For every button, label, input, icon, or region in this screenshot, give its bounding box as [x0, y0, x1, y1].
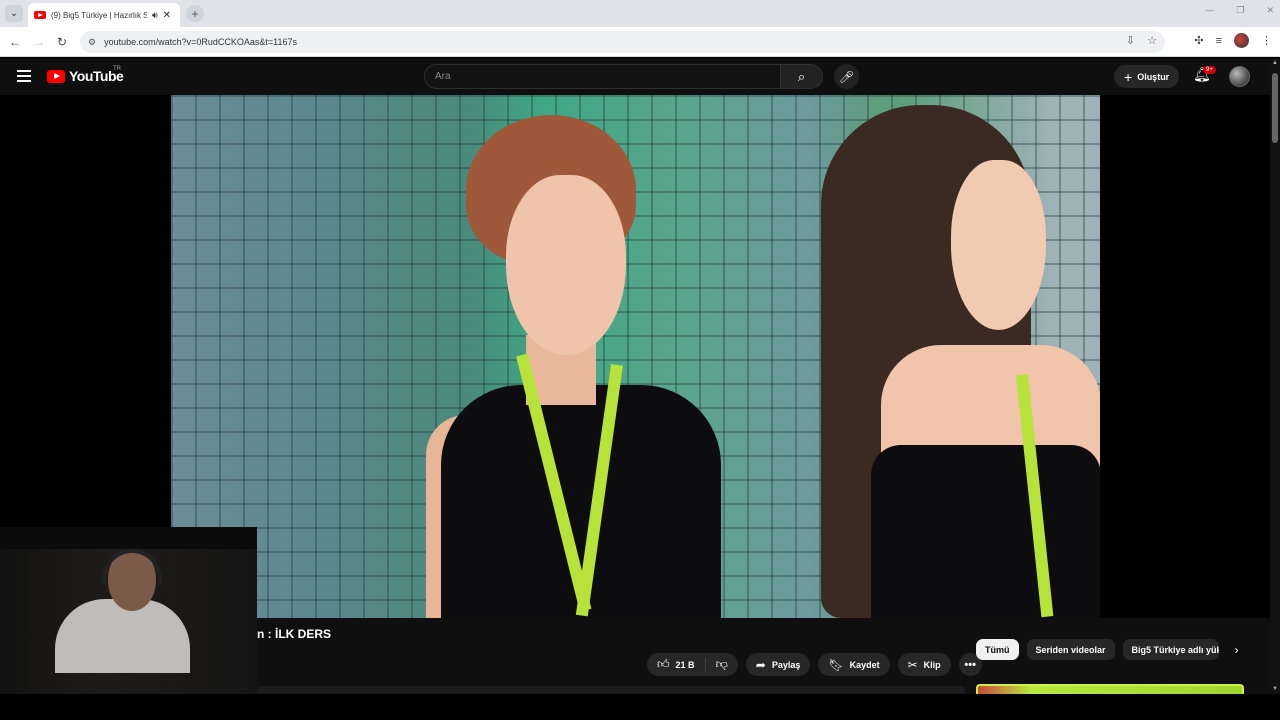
voice-search-button[interactable]: 🎤︎ [834, 64, 859, 89]
create-button[interactable]: + Oluştur [1114, 65, 1180, 88]
share-icon: ➦ [755, 657, 766, 672]
scissors-icon: ✂ [907, 657, 918, 672]
microphone-icon: 🎤︎ [838, 69, 855, 84]
video-title: n : İLK DERS [257, 627, 331, 641]
video-frame-person-right [801, 105, 1100, 618]
user-avatar[interactable] [1229, 66, 1250, 87]
description-box[interactable] [257, 686, 965, 694]
more-horizontal-icon: ••• [964, 658, 976, 671]
close-window-icon[interactable]: ✕ [1266, 5, 1274, 16]
restore-icon[interactable]: ❐ [1236, 5, 1244, 16]
video-actions: 👍︎ 21 B 👎︎ ➦ Paylaş 🔖︎ Kaydet ✂ Klip ••• [647, 653, 982, 676]
clip-label: Klip [923, 659, 941, 670]
tab-title: (9) Big5 Türkiye | Hazırlık Sc [51, 10, 147, 20]
related-video-thumbnail[interactable] [976, 684, 1244, 694]
address-bar[interactable]: ⚙ youtube.com/watch?v=0RudCCKOAas&t=1167… [80, 31, 1165, 53]
search-icon: ⌕ [797, 68, 806, 84]
browser-profile-avatar[interactable] [1234, 33, 1249, 48]
scrollbar-thumb[interactable] [1272, 73, 1278, 143]
related-chips: Tümü Seriden videolar Big5 Türkiye adlı … [976, 639, 1239, 660]
video-frame-person-left [426, 115, 726, 618]
site-info-icon[interactable]: ⚙ [88, 37, 96, 48]
scroll-up-icon[interactable]: ▲ [1272, 60, 1278, 66]
chevron-right-icon[interactable]: › [1235, 643, 1239, 657]
scroll-down-icon[interactable]: ▼ [1272, 686, 1278, 692]
search-input[interactable] [424, 64, 781, 89]
like-dislike-group: 👍︎ 21 B 👎︎ [647, 653, 738, 676]
window-controls: — ❐ ✕ [1205, 5, 1274, 16]
youtube-favicon-icon [34, 11, 46, 19]
dislike-button[interactable]: 👎︎ [706, 653, 738, 676]
browser-tab-strip: ⌄ (9) Big5 Türkiye | Hazırlık Sc 🔊︎ ✕ + … [0, 0, 1280, 27]
bookmark-icon: 🔖︎ [828, 657, 844, 672]
share-button[interactable]: ➦ Paylaş [745, 653, 811, 676]
webcam-overlay [0, 527, 257, 695]
like-count: 21 B [675, 659, 695, 670]
close-tab-icon[interactable]: ✕ [163, 10, 171, 21]
chip-channel-uploads[interactable]: Big5 Türkiye adlı yükl [1122, 639, 1219, 660]
thumbs-up-icon: 👍︎ [657, 657, 670, 671]
search-box: ⌕ [424, 64, 824, 89]
extensions-icon[interactable]: ✣ [1194, 34, 1203, 47]
youtube-play-icon [47, 69, 65, 83]
save-button[interactable]: 🔖︎ Kaydet [818, 653, 890, 676]
search-button[interactable]: ⌕ [781, 64, 823, 89]
install-app-icon[interactable]: ⇩ [1126, 34, 1135, 47]
back-icon[interactable]: ← [6, 33, 24, 51]
plus-icon: + [1124, 68, 1133, 85]
create-label: Oluştur [1137, 71, 1170, 82]
bottom-strip [0, 694, 1280, 720]
tab-search-button[interactable]: ⌄ [5, 5, 23, 22]
like-button[interactable]: 👍︎ 21 B [647, 653, 705, 676]
minimize-icon[interactable]: — [1205, 5, 1214, 16]
browser-tab[interactable]: (9) Big5 Türkiye | Hazırlık Sc 🔊︎ ✕ [28, 3, 180, 27]
speaker-icon[interactable]: 🔊︎ [152, 10, 158, 21]
streamer-body [55, 599, 190, 673]
url-text: youtube.com/watch?v=0RudCCKOAas&t=1167s [104, 37, 298, 47]
reload-icon[interactable]: ↻ [53, 33, 71, 51]
video-player[interactable] [171, 95, 1100, 618]
bookmark-star-icon[interactable]: ☆ [1147, 34, 1157, 47]
browser-toolbar: ← → ↻ ⚙ youtube.com/watch?v=0RudCCKOAas&… [0, 27, 1280, 57]
browser-menu-icon[interactable]: ⋮ [1261, 34, 1272, 47]
media-control-icon[interactable]: ≡ [1216, 35, 1222, 47]
save-label: Kaydet [849, 659, 880, 670]
thumbs-down-icon: 👎︎ [715, 657, 728, 671]
forward-icon[interactable]: → [30, 33, 48, 51]
chip-all[interactable]: Tümü [976, 639, 1019, 660]
new-tab-button[interactable]: + [186, 5, 204, 22]
country-code: TR [113, 66, 121, 72]
notification-badge: 9+ [1203, 66, 1216, 74]
page-scrollbar[interactable]: ▲ ▼ [1270, 58, 1280, 694]
clip-button[interactable]: ✂ Klip [897, 653, 951, 676]
youtube-logo[interactable]: YouTube TR [47, 66, 124, 84]
chip-series-videos[interactable]: Seriden videolar [1026, 639, 1115, 660]
youtube-header: YouTube TR ⌕ 🎤︎ + Oluştur 🔔︎ 9+ [0, 58, 1270, 95]
menu-icon[interactable] [17, 70, 31, 82]
share-label: Paylaş [771, 659, 801, 670]
